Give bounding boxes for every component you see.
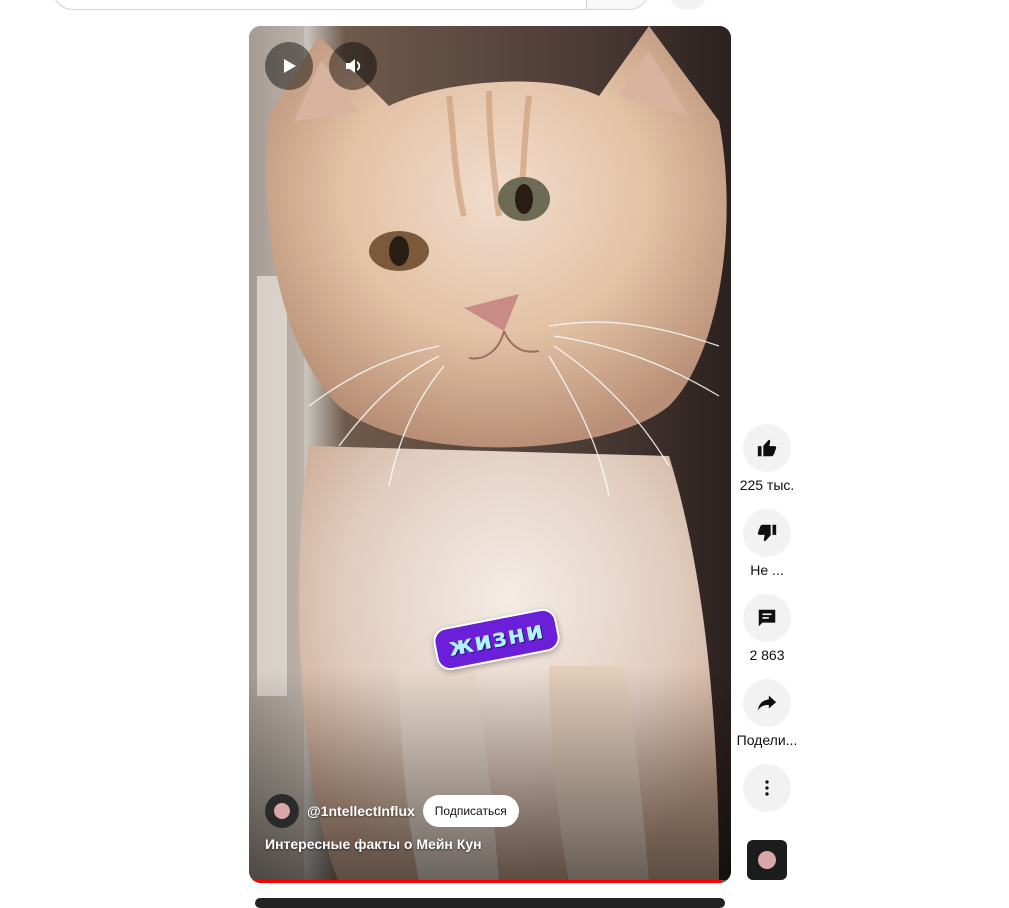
channel-thumb-logo	[758, 851, 776, 869]
play-button[interactable]	[265, 42, 313, 90]
like-count: 225 тыс.	[739, 477, 795, 493]
action-bar: 225 тыс. Не ... 2 863 Подели...	[735, 424, 799, 828]
like-action: 225 тыс.	[735, 424, 799, 493]
thumbs-down-icon	[757, 524, 777, 542]
dislike-button[interactable]	[743, 509, 791, 557]
channel-row: @1ntellectInflux Подписаться	[265, 794, 519, 828]
thumbs-up-icon	[757, 439, 777, 457]
like-button[interactable]	[743, 424, 791, 472]
comments-action: 2 863	[735, 594, 799, 663]
volume-icon	[346, 59, 361, 73]
dislike-action: Не ...	[735, 509, 799, 578]
channel-handle[interactable]: @1ntellectInflux	[307, 803, 415, 819]
share-button[interactable]	[743, 679, 791, 727]
search-bar[interactable]	[52, 0, 650, 10]
more-vert-icon	[765, 780, 769, 796]
volume-button[interactable]	[329, 42, 377, 90]
comment-icon	[758, 609, 776, 627]
voice-search-button[interactable]	[668, 0, 708, 10]
search-button[interactable]	[586, 0, 649, 9]
share-label: Подели...	[736, 732, 798, 748]
more-button[interactable]	[743, 764, 791, 812]
share-icon	[757, 695, 777, 711]
channel-thumbnail[interactable]	[747, 840, 787, 880]
comments-button[interactable]	[743, 594, 791, 642]
video-title[interactable]: Интересные факты о Мейн Кун	[265, 836, 482, 852]
video-frame	[249, 26, 731, 883]
progress-bar[interactable]	[249, 880, 731, 883]
shorts-video-player[interactable]: жизни @1ntellectInflux Подписаться Интер…	[249, 26, 731, 883]
avatar-logo	[274, 803, 290, 819]
more-action	[735, 764, 799, 812]
play-icon	[284, 59, 296, 73]
comment-count: 2 863	[749, 647, 785, 663]
channel-avatar[interactable]	[265, 794, 299, 828]
progress-fill	[249, 880, 722, 883]
subscribe-button[interactable]: Подписаться	[422, 795, 519, 827]
dislike-label: Не ...	[750, 562, 784, 578]
share-action: Подели...	[735, 679, 799, 748]
